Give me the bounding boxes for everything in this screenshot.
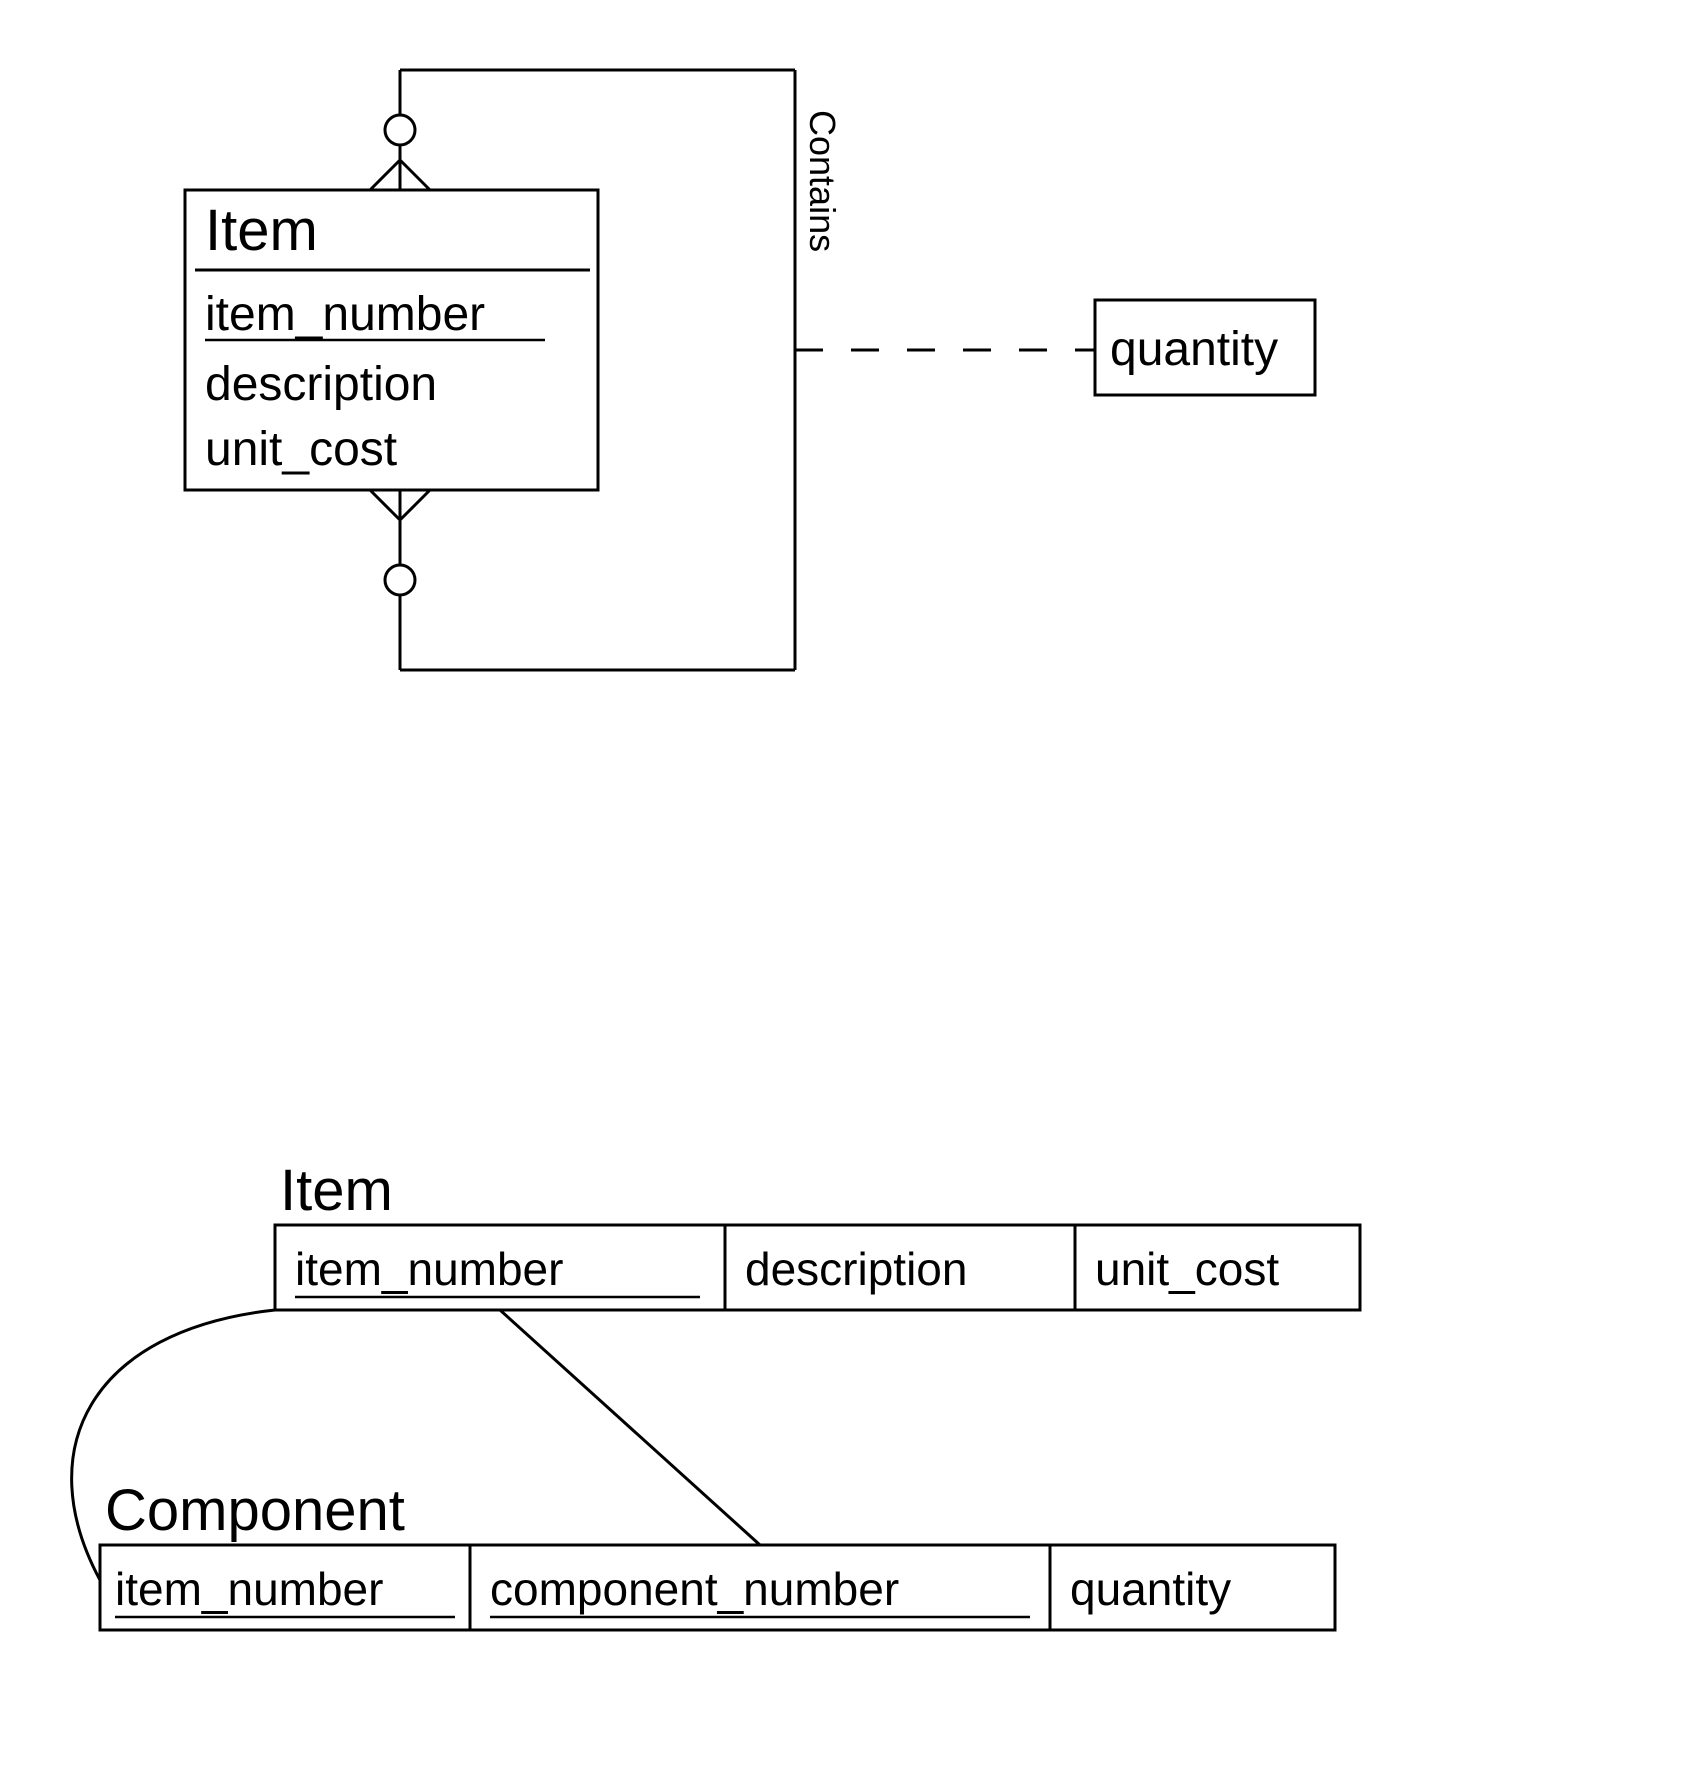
entity-attr-2: unit_cost — [205, 423, 397, 476]
fk-connector-1 — [500, 1310, 760, 1545]
entity-item-title: Item — [205, 198, 318, 263]
crowfoot-top-right — [400, 160, 430, 190]
cardinality-bottom-circle-icon — [385, 565, 415, 595]
table-component-col-1: component_number — [490, 1563, 899, 1615]
table-component-title: Component — [105, 1478, 405, 1543]
table-item-title: Item — [280, 1158, 393, 1223]
entity-attr-1: description — [205, 358, 437, 411]
table-component-col-2: quantity — [1070, 1563, 1231, 1615]
table-item-col-1: description — [745, 1243, 967, 1295]
assoc-attr-label: quantity — [1110, 323, 1278, 376]
table-item-col-0: item_number — [295, 1243, 563, 1295]
crowfoot-top-left — [370, 160, 400, 190]
table-component-col-0: item_number — [115, 1563, 383, 1615]
table-item-col-2: unit_cost — [1095, 1243, 1279, 1295]
crowfoot-bottom-right — [400, 490, 430, 520]
crowfoot-bottom-left — [370, 490, 400, 520]
diagram-canvas: Item item_number description unit_cost C… — [0, 0, 1700, 1778]
relationship-label: Contains — [802, 110, 843, 252]
entity-attr-0: item_number — [205, 288, 485, 341]
cardinality-top-circle-icon — [385, 115, 415, 145]
